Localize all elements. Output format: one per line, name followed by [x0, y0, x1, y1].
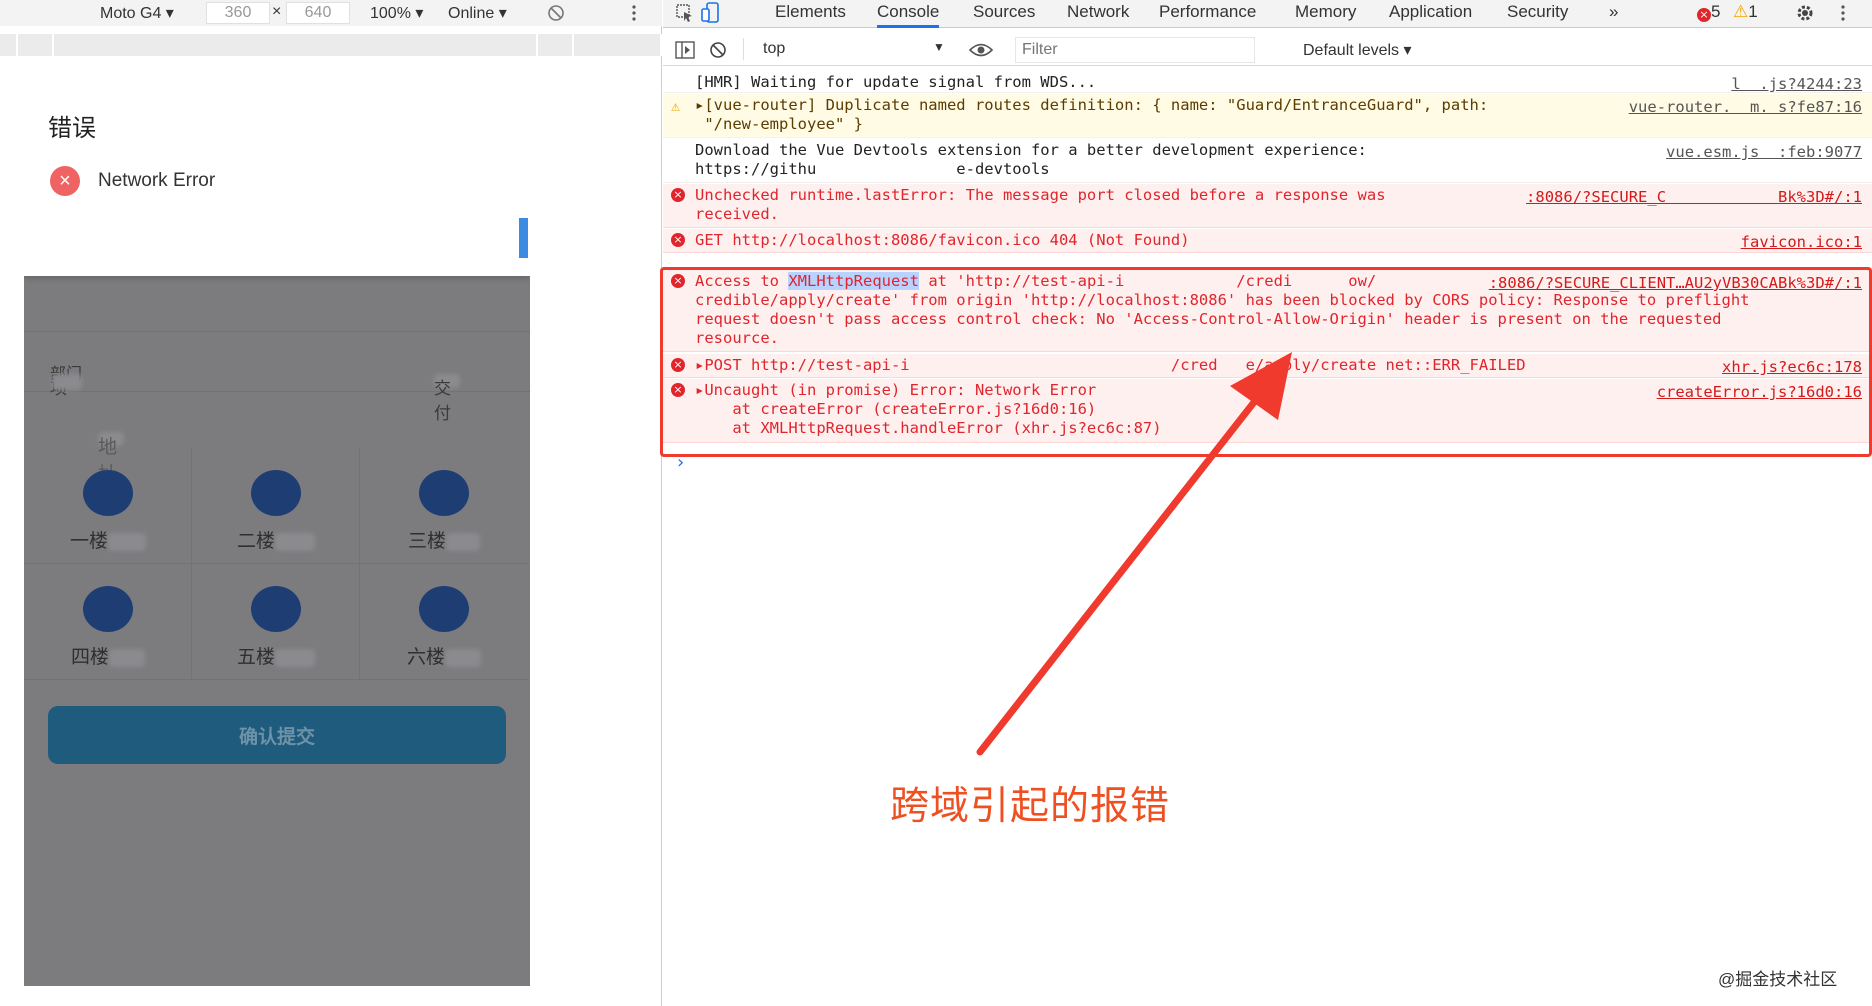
watermark: @掘金技术社区: [1718, 970, 1838, 989]
annotation-arrow: [976, 352, 1292, 756]
annotation-caption: 跨域引起的报错: [890, 784, 1171, 829]
